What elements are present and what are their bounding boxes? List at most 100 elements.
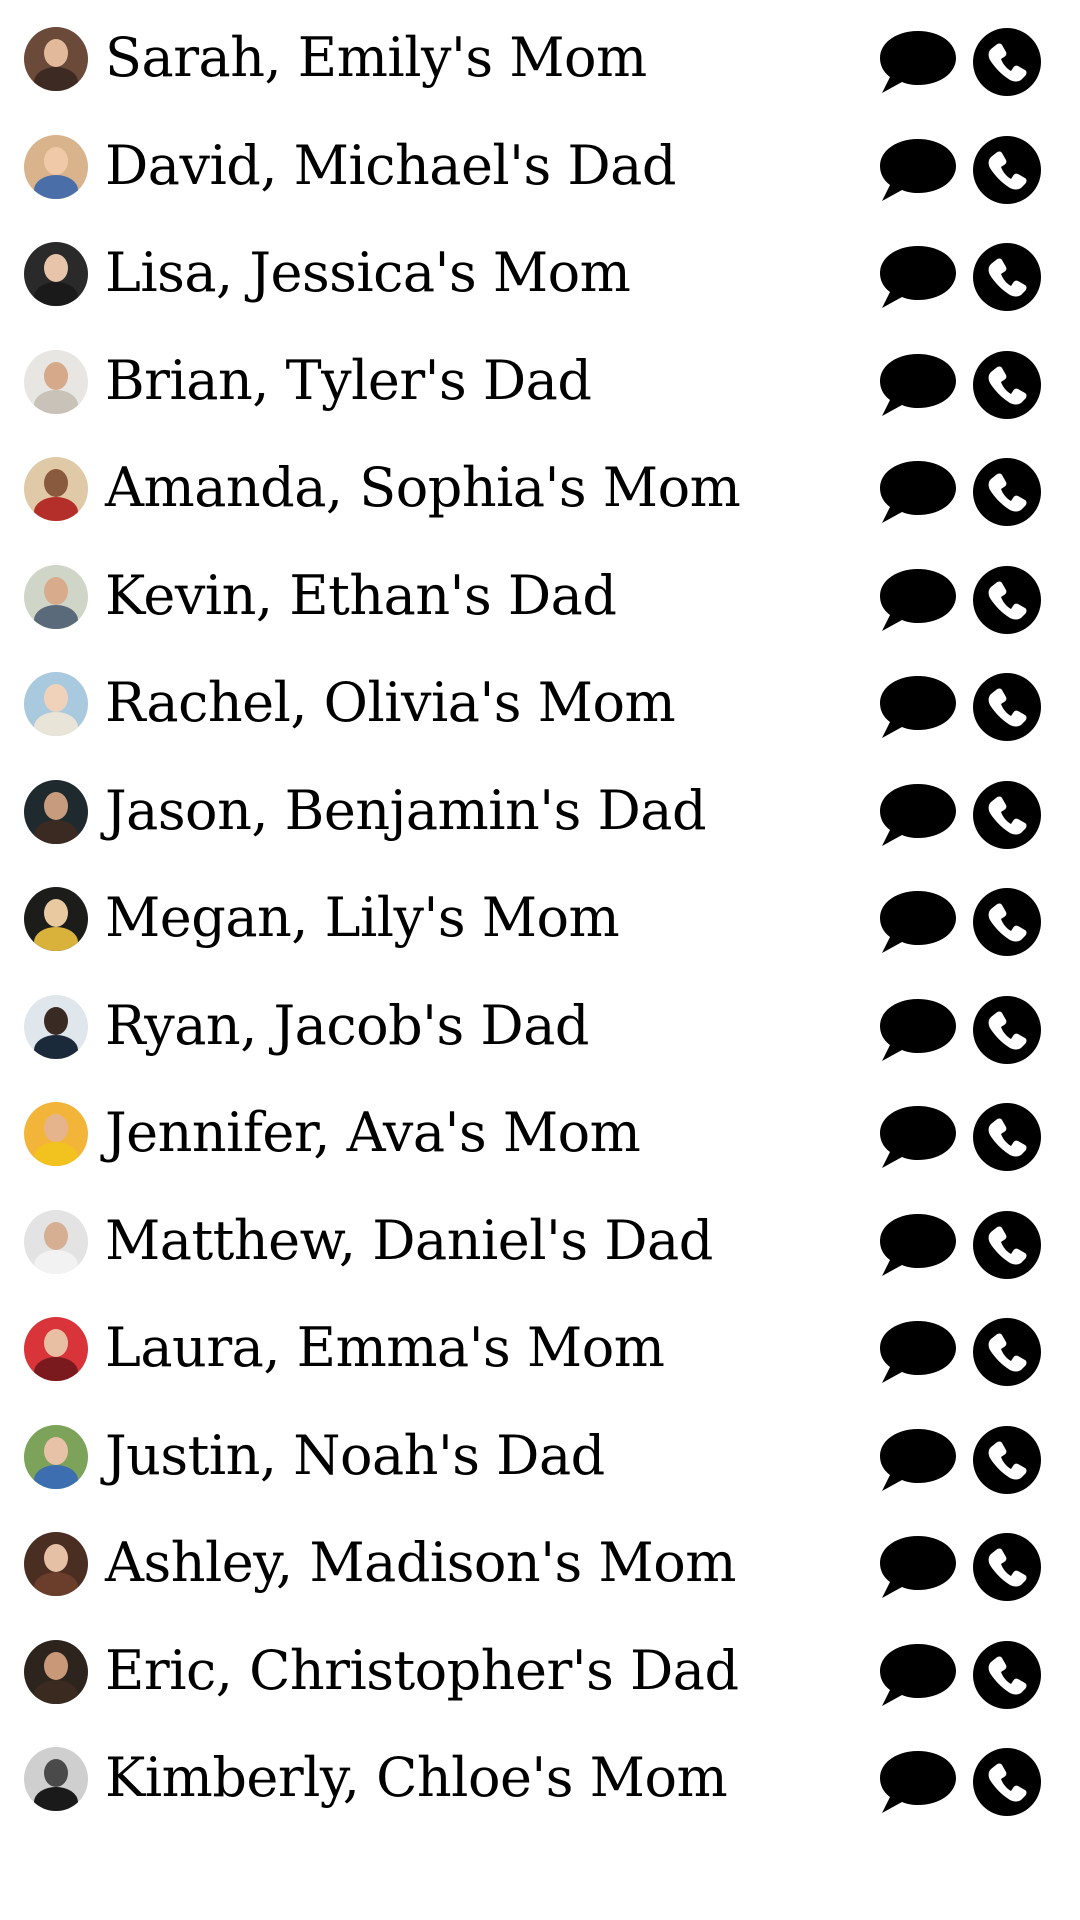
avatar-body: [34, 604, 78, 629]
call-button[interactable]: [972, 1102, 1042, 1172]
contact-name: Kevin, Ethan's Dad: [105, 563, 617, 627]
contact-actions: [876, 1425, 1056, 1495]
avatar-body: [34, 174, 78, 199]
contact-row: Ryan, Jacob's Dad: [0, 968, 1080, 1076]
call-button[interactable]: [972, 887, 1042, 957]
call-button[interactable]: [972, 1640, 1042, 1710]
phone-icon: [973, 1533, 1041, 1601]
message-button[interactable]: [876, 780, 960, 850]
contact-row: Megan, Lily's Mom: [0, 860, 1080, 968]
avatar-face: [44, 576, 68, 605]
avatar-face: [44, 39, 68, 67]
avatar: [24, 887, 88, 951]
avatar-body: [34, 497, 78, 521]
call-button[interactable]: [972, 1532, 1042, 1602]
call-button[interactable]: [972, 780, 1042, 850]
avatar: [24, 457, 88, 521]
phone-icon: [973, 1748, 1041, 1816]
contact-name: David, Michael's Dad: [105, 133, 676, 197]
contact-actions: [876, 27, 1056, 97]
phone-icon: [973, 28, 1041, 96]
avatar-body: [34, 1679, 78, 1704]
contact-actions: [876, 1747, 1056, 1817]
avatar-body: [34, 67, 78, 91]
call-button[interactable]: [972, 995, 1042, 1065]
avatar-face: [44, 899, 68, 927]
speech-bubble-icon: [880, 138, 956, 201]
avatar-face: [44, 1329, 68, 1357]
call-button[interactable]: [972, 672, 1042, 742]
speech-bubble-icon: [880, 31, 956, 93]
message-button[interactable]: [876, 565, 960, 635]
call-button[interactable]: [972, 565, 1042, 635]
message-button[interactable]: [876, 1210, 960, 1280]
contact-name: Ryan, Jacob's Dad: [105, 993, 589, 1057]
avatar-body: [34, 1249, 78, 1274]
contact-name: Jason, Benjamin's Dad: [105, 778, 707, 842]
message-button[interactable]: [876, 27, 960, 97]
avatar-face: [44, 1651, 68, 1680]
message-button[interactable]: [876, 135, 960, 205]
contact-actions: [876, 995, 1056, 1065]
avatar-face: [44, 1006, 68, 1035]
speech-bubble-icon: [880, 998, 956, 1061]
contact-actions: [876, 135, 1056, 205]
call-button[interactable]: [972, 242, 1042, 312]
contact-name: Lisa, Jessica's Mom: [105, 241, 631, 304]
avatar: [24, 1102, 88, 1166]
avatar-face: [44, 361, 68, 390]
avatar: [24, 1639, 88, 1704]
speech-bubble-icon: [880, 1536, 956, 1598]
call-button[interactable]: [972, 27, 1042, 97]
message-button[interactable]: [876, 1532, 960, 1602]
avatar: [24, 1747, 88, 1811]
contact-name: Rachel, Olivia's Mom: [105, 671, 676, 734]
avatar-body: [34, 712, 78, 736]
avatar-face: [44, 791, 68, 820]
call-button[interactable]: [972, 135, 1042, 205]
contact-actions: [876, 350, 1056, 420]
message-button[interactable]: [876, 1640, 960, 1710]
speech-bubble-icon: [880, 783, 956, 846]
avatar: [24, 994, 88, 1059]
message-button[interactable]: [876, 672, 960, 742]
call-button[interactable]: [972, 457, 1042, 527]
call-button[interactable]: [972, 1425, 1042, 1495]
message-button[interactable]: [876, 242, 960, 312]
call-button[interactable]: [972, 1210, 1042, 1280]
contact-name: Ashley, Madison's Mom: [105, 1531, 736, 1594]
contact-name: Amanda, Sophia's Mom: [105, 456, 741, 519]
message-button[interactable]: [876, 1747, 960, 1817]
message-button[interactable]: [876, 1317, 960, 1387]
avatar-face: [44, 1114, 68, 1142]
contact-actions: [876, 1532, 1056, 1602]
message-button[interactable]: [876, 350, 960, 420]
contact-actions: [876, 242, 1056, 312]
contact-actions: [876, 1317, 1056, 1387]
message-button[interactable]: [876, 887, 960, 957]
call-button[interactable]: [972, 1747, 1042, 1817]
contact-row: Amanda, Sophia's Mom: [0, 430, 1080, 538]
speech-bubble-icon: [880, 1643, 956, 1706]
speech-bubble-icon: [880, 1213, 956, 1276]
phone-icon: [973, 1318, 1041, 1386]
avatar-face: [44, 1759, 68, 1787]
contact-row: Justin, Noah's Dad: [0, 1398, 1080, 1506]
avatar: [24, 134, 88, 199]
phone-icon: [973, 350, 1041, 419]
phone-icon: [973, 1103, 1041, 1171]
speech-bubble-icon: [880, 676, 956, 738]
call-button[interactable]: [972, 350, 1042, 420]
message-button[interactable]: [876, 457, 960, 527]
contact-name: Megan, Lily's Mom: [105, 886, 620, 949]
message-button[interactable]: [876, 1425, 960, 1495]
contact-row: Eric, Christopher's Dad: [0, 1613, 1080, 1721]
avatar: [24, 672, 88, 736]
contact-row: Kimberly, Chloe's Mom: [0, 1720, 1080, 1828]
contact-row: Kevin, Ethan's Dad: [0, 538, 1080, 646]
call-button[interactable]: [972, 1317, 1042, 1387]
message-button[interactable]: [876, 995, 960, 1065]
contact-row: Ashley, Madison's Mom: [0, 1505, 1080, 1613]
message-button[interactable]: [876, 1102, 960, 1172]
avatar-body: [34, 282, 78, 306]
